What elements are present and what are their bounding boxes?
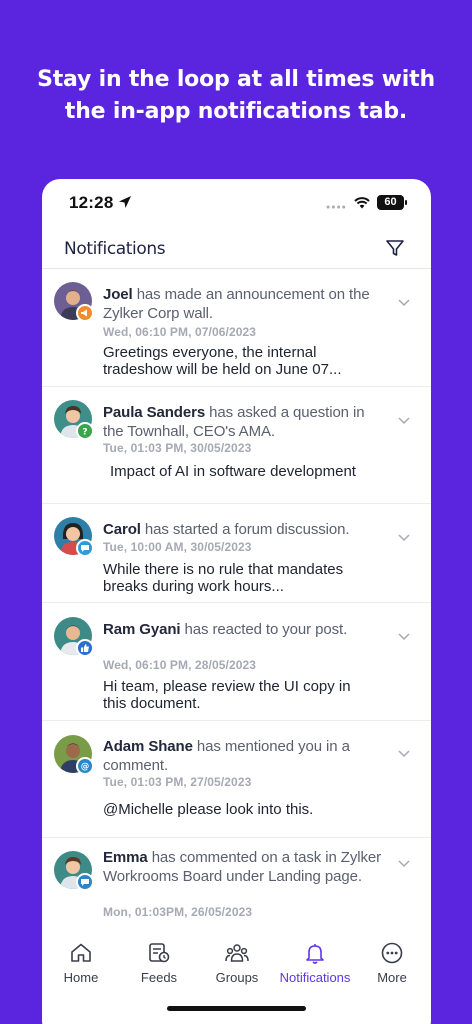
status-time: 12:28 (69, 193, 114, 212)
phone-screen: 12:28 ●●●● 60 Notifications Joel has mad… (42, 179, 431, 1024)
notification-timestamp: Tue, 10:00 AM, 30/05/2023 (103, 540, 252, 554)
tab-more[interactable]: More (353, 941, 431, 985)
avatar: ? (54, 400, 94, 440)
avatar (54, 851, 94, 891)
notification-text: Carol has started a forum discussion. (103, 521, 350, 538)
notification-timestamp: Mon, 01:03PM, 26/05/2023 (103, 905, 253, 919)
tab-label: Groups (215, 970, 259, 985)
notification-item[interactable]: Carol has started a forum discussion. Tu… (42, 504, 431, 603)
tab-groups[interactable]: Groups (198, 941, 276, 985)
notification-list: Joel has made an announcement on the Zyl… (42, 270, 431, 936)
notification-timestamp: Wed, 06:10 PM, 07/06/2023 (103, 325, 257, 339)
notification-message: Hi team, please review the UI copy in th… (103, 678, 351, 712)
home-indicator[interactable] (167, 1006, 306, 1011)
filter-icon[interactable] (385, 238, 405, 258)
wifi-icon (354, 197, 370, 209)
notification-item[interactable]: Emma has commented on a task in Zylker W… (42, 838, 431, 936)
notification-message: Impact of AI in software development (110, 463, 356, 480)
chevron-down-icon[interactable] (397, 629, 411, 643)
notification-item[interactable]: ? Paula Sanders has asked a question in … (42, 387, 431, 504)
notification-text: Paula Sanders has asked a question in th… (103, 404, 365, 440)
headline-line-2: the in-app notifications tab. (64, 99, 408, 124)
title-bar: Notifications (42, 229, 431, 269)
tab-label: Home (63, 970, 99, 985)
notification-timestamp: Tue, 01:03 PM, 27/05/2023 (103, 775, 252, 789)
tab-home[interactable]: Home (42, 941, 120, 985)
chat-icon (76, 539, 94, 557)
avatar: @ (54, 735, 94, 775)
feeds-icon (149, 943, 170, 963)
tab-feeds[interactable]: Feeds (120, 941, 198, 985)
status-bar: 12:28 ●●●● 60 (42, 179, 431, 229)
notification-timestamp: Wed, 06:10 PM, 28/05/2023 (103, 658, 257, 672)
svg-text:@: @ (81, 762, 90, 771)
notification-timestamp: Tue, 01:03 PM, 30/05/2023 (103, 441, 252, 455)
headline-line-1: Stay in the loop at all times with (37, 67, 435, 92)
groups-icon (225, 944, 249, 962)
home-icon (71, 943, 91, 962)
more-icon (381, 942, 403, 964)
notification-item[interactable]: Ram Gyani has reacted to your post. Wed,… (42, 603, 431, 721)
chevron-down-icon[interactable] (397, 295, 411, 309)
notification-text: Adam Shane has mentioned you in a commen… (103, 738, 350, 774)
thumbs-up-icon (76, 639, 94, 657)
notification-message: While there is no rule that mandates bre… (103, 561, 344, 595)
bottom-tab-bar: Home Feeds Groups Notifications More (42, 937, 431, 997)
page-title: Notifications (64, 239, 166, 259)
tab-label: Notifications (279, 970, 351, 985)
question-icon: ? (76, 422, 94, 440)
at-icon: @ (76, 757, 94, 775)
notification-text: Emma has commented on a task in Zylker W… (103, 849, 381, 885)
avatar (54, 282, 94, 322)
notification-item[interactable]: @ Adam Shane has mentioned you in a comm… (42, 721, 431, 838)
battery-indicator: 60 (377, 195, 404, 210)
battery-cap (405, 200, 407, 205)
promo-headline: Stay in the loop at all times with the i… (0, 64, 472, 128)
notification-text: Joel has made an announcement on the Zyl… (103, 286, 370, 322)
tab-label: More (377, 970, 407, 985)
signal-dots-icon: ●●●● (326, 204, 347, 211)
notification-item[interactable]: Joel has made an announcement on the Zyl… (42, 270, 431, 387)
svg-text:?: ? (82, 428, 87, 437)
tab-notifications[interactable]: Notifications (276, 941, 354, 985)
avatar (54, 617, 94, 657)
chevron-down-icon[interactable] (397, 746, 411, 760)
comment-icon (76, 873, 94, 891)
avatar (54, 517, 94, 557)
megaphone-icon (76, 304, 94, 322)
location-arrow-icon (119, 196, 131, 208)
tab-label: Feeds (140, 970, 178, 985)
chevron-down-icon[interactable] (397, 530, 411, 544)
chevron-down-icon[interactable] (397, 413, 411, 427)
bell-icon (306, 944, 324, 964)
notification-message: @Michelle please look into this. (103, 801, 314, 818)
notification-text: Ram Gyani has reacted to your post. (103, 621, 348, 638)
notification-message: Greetings everyone, the internal tradesh… (103, 344, 342, 378)
chevron-down-icon[interactable] (397, 856, 411, 870)
